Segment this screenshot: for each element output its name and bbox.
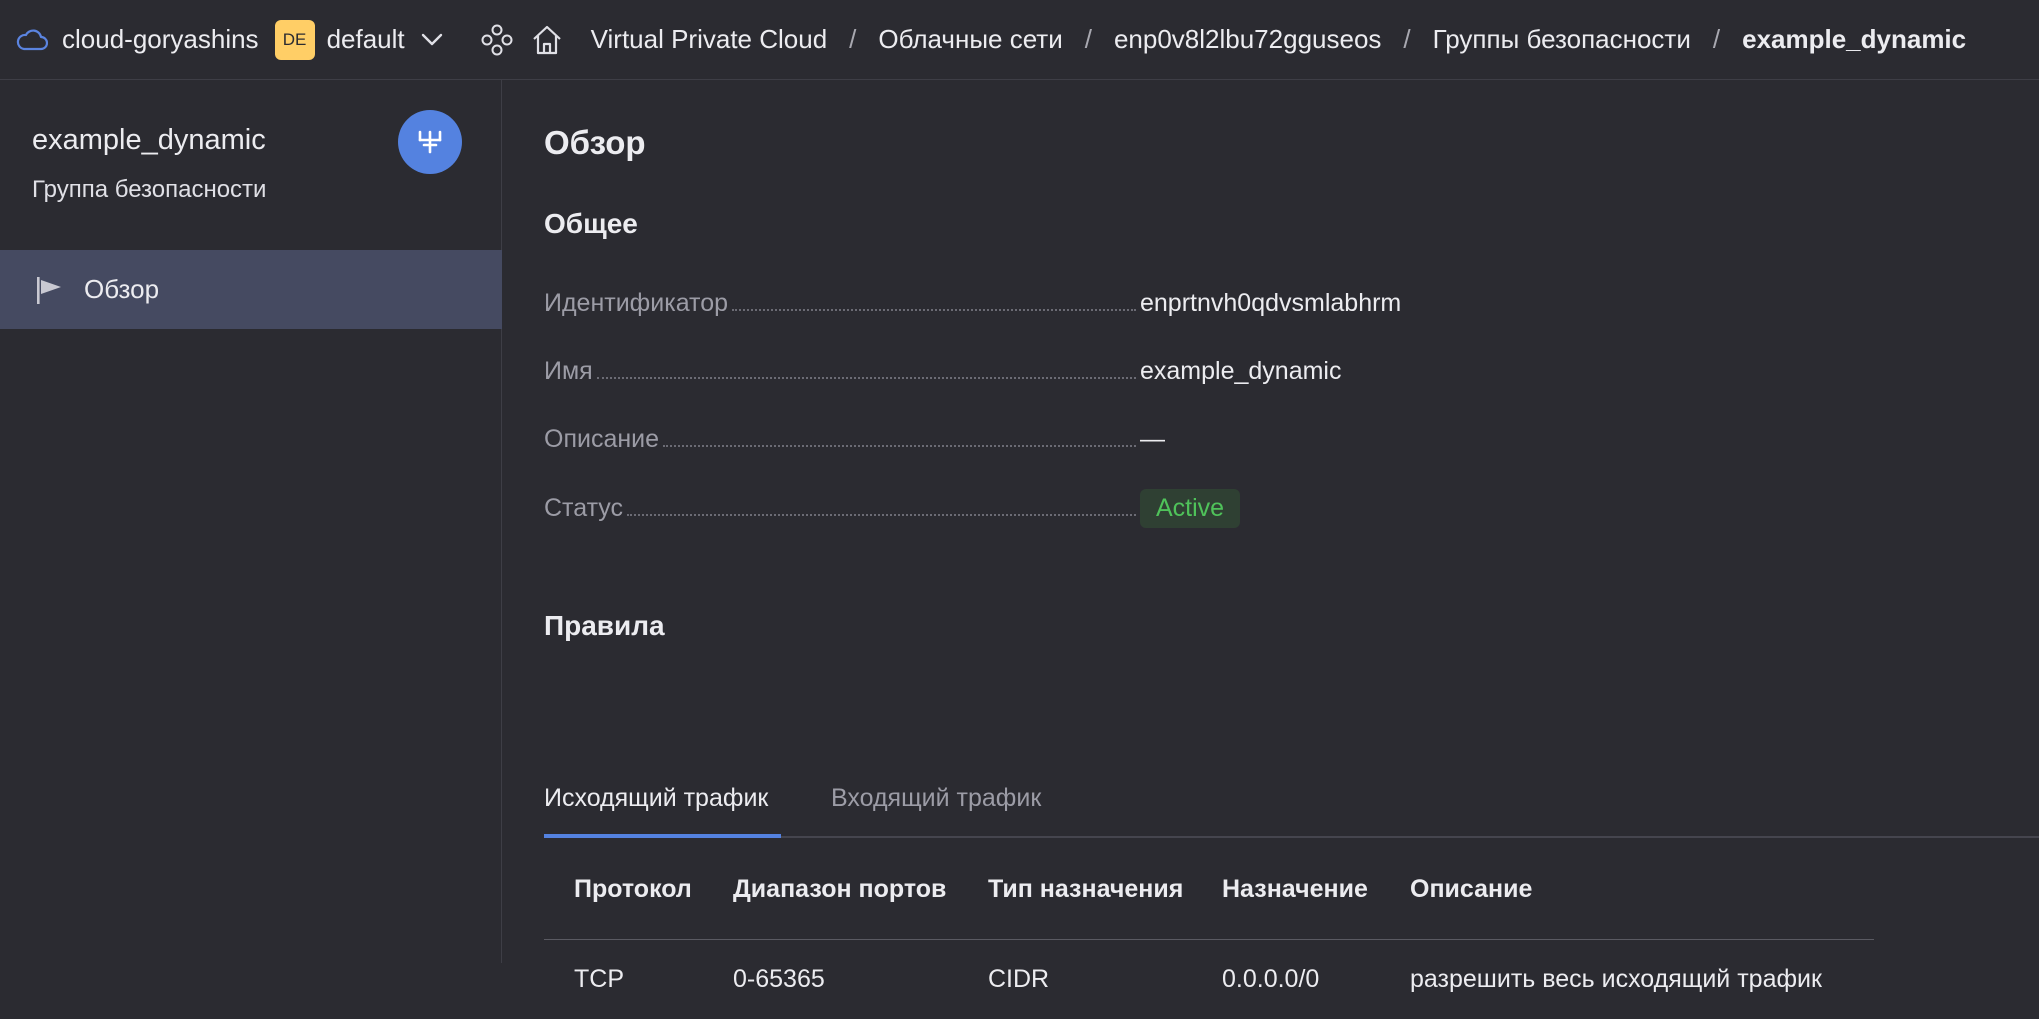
property-value: — <box>1140 424 1165 453</box>
page-title: Обзор <box>544 124 646 161</box>
cell-port-range: 0-65365 <box>733 964 825 993</box>
sidebar-item-label: Обзор <box>84 274 160 304</box>
services-icon[interactable] <box>477 20 517 60</box>
breadcrumb: Virtual Private Cloud / Облачные сети / … <box>591 24 1966 55</box>
section-title-general: Общее <box>544 208 638 239</box>
dotted-leader <box>663 444 1136 447</box>
tab-incoming-traffic[interactable]: Входящий трафик <box>831 758 1041 838</box>
flag-icon <box>32 273 66 307</box>
table-row[interactable]: TCP 0-65365 CIDR 0.0.0.0/0 разрешить вес… <box>544 939 1874 1019</box>
column-header-description[interactable]: Описание <box>1380 840 1874 940</box>
security-group-icon <box>398 110 462 174</box>
breadcrumb-item-networks[interactable]: Облачные сети <box>878 24 1062 55</box>
property-row-description: Описание — <box>544 419 1444 459</box>
cloud-switcher[interactable]: cloud-goryashins DE default <box>0 0 445 80</box>
rules-table: Протокол Диапазон портов Тип назначения … <box>544 840 1874 1019</box>
home-icon[interactable] <box>527 20 567 60</box>
resource-title: example_dynamic <box>32 124 266 156</box>
dotted-leader <box>627 513 1136 516</box>
breadcrumb-item-security-groups[interactable]: Группы безопасности <box>1433 24 1691 55</box>
section-title-rules: Правила <box>544 610 665 641</box>
sidebar: example_dynamic Группа безопасности Обзо… <box>0 80 502 963</box>
property-row-id: Идентификатор enprtnvh0qdvsmlabhrm <box>544 283 1444 323</box>
property-key: Идентификатор <box>544 288 729 317</box>
dotted-leader <box>732 308 1136 311</box>
column-header-destination-type[interactable]: Тип назначения <box>958 840 1192 940</box>
top-bar: cloud-goryashins DE default Virtual Priv… <box>0 0 2039 80</box>
folder-name: default <box>326 24 405 54</box>
breadcrumb-separator: / <box>1403 24 1411 54</box>
breadcrumb-separator: / <box>1084 24 1092 54</box>
breadcrumb-separator: / <box>849 24 857 54</box>
property-value: example_dynamic <box>1140 356 1342 385</box>
cell-protocol: TCP <box>574 964 624 993</box>
column-header-protocol[interactable]: Протокол <box>544 840 703 940</box>
property-key: Имя <box>544 356 593 385</box>
cloud-name: cloud-goryashins <box>62 24 259 54</box>
dotted-leader <box>596 376 1136 379</box>
column-header-destination[interactable]: Назначение <box>1192 840 1380 940</box>
tab-outgoing-traffic[interactable]: Исходящий трафик <box>544 758 781 838</box>
breadcrumb-item-current: example_dynamic <box>1742 24 1967 54</box>
breadcrumb-item-vpc[interactable]: Virtual Private Cloud <box>591 24 828 55</box>
property-key: Описание <box>544 424 660 453</box>
property-value: enprtnvh0qdvsmlabhrm <box>1140 288 1402 317</box>
status-badge: Active <box>1140 488 1241 528</box>
cloud-icon <box>16 24 48 56</box>
property-row-name: Имя example_dynamic <box>544 351 1444 391</box>
table-header-row: Протокол Диапазон портов Тип назначения … <box>544 840 1874 940</box>
breadcrumb-separator: / <box>1712 24 1721 54</box>
folder-badge: DE <box>274 19 315 60</box>
column-header-port-range[interactable]: Диапазон портов <box>703 840 958 940</box>
sidebar-item-overview[interactable]: Обзор <box>0 250 502 329</box>
traffic-tabs: Исходящий трафик Входящий трафик <box>544 758 2039 838</box>
property-key: Статус <box>544 493 624 522</box>
cell-destination: 0.0.0.0/0 <box>1222 964 1320 993</box>
breadcrumb-item-network-id[interactable]: enp0v8l2lbu72gguseos <box>1114 24 1381 55</box>
chevron-down-icon[interactable] <box>419 27 445 53</box>
main-content: Обзор Общее Идентификатор enprtnvh0qdvsm… <box>503 80 2039 993</box>
cell-destination-type: CIDR <box>988 964 1050 993</box>
resource-subtitle: Группа безопасности <box>32 176 267 203</box>
property-row-status: Статус Active <box>544 488 1444 528</box>
cell-description: разрешить весь исходящий трафик <box>1410 964 1822 993</box>
